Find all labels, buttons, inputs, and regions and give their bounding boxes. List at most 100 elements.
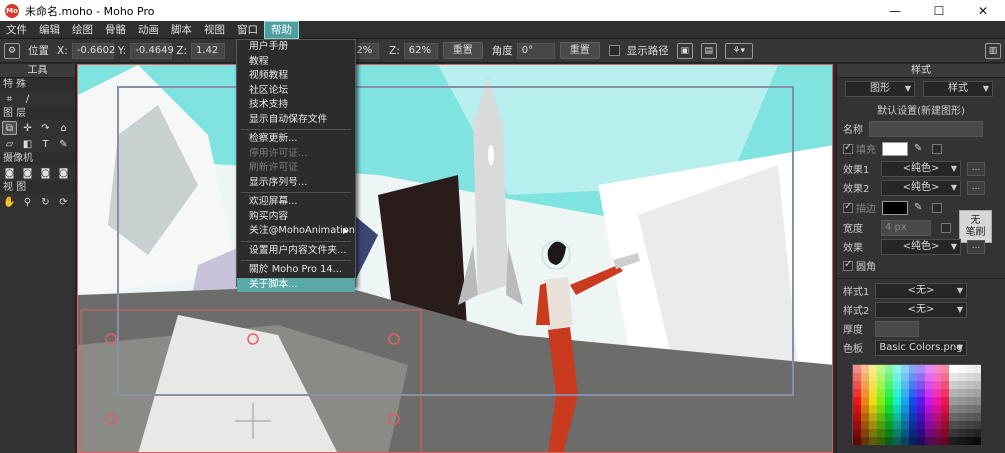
palette-swatch[interactable] — [869, 405, 877, 413]
palette-swatch[interactable] — [941, 421, 949, 429]
eyedropper-icon[interactable]: ∕ — [20, 92, 35, 106]
palette-swatch[interactable] — [885, 381, 893, 389]
palette-swatch[interactable] — [941, 413, 949, 421]
palette-swatch[interactable] — [893, 421, 901, 429]
color-palette-grid[interactable] — [852, 364, 981, 445]
palette-swatch[interactable] — [917, 437, 925, 445]
palette-swatch[interactable] — [965, 413, 973, 421]
palette-swatch[interactable] — [949, 413, 957, 421]
camera-zoom-icon[interactable]: ◙ — [20, 166, 35, 180]
palette-swatch[interactable] — [957, 429, 965, 437]
palette-swatch[interactable] — [957, 437, 965, 445]
palette-swatch[interactable] — [925, 397, 933, 405]
palette-swatch[interactable] — [885, 389, 893, 397]
bone-options-icon[interactable]: ⚘▾ — [724, 42, 753, 59]
palette-swatch[interactable] — [933, 437, 941, 445]
help-menu-item[interactable]: 视频教程 — [237, 69, 355, 84]
style1-select[interactable]: <无> ▼ — [875, 282, 967, 299]
help-menu-item[interactable]: 欢迎屏幕... — [237, 195, 355, 210]
thickness-input[interactable] — [875, 320, 919, 337]
palette-swatch[interactable] — [957, 405, 965, 413]
effect-select[interactable]: <纯色> ▼ — [881, 238, 961, 255]
palette-swatch[interactable] — [861, 381, 869, 389]
name-input[interactable] — [869, 120, 983, 137]
palette-swatch[interactable] — [933, 413, 941, 421]
camera-track-icon[interactable]: ◙ — [2, 166, 17, 180]
palette-swatch[interactable] — [901, 397, 909, 405]
width-checkbox[interactable] — [941, 222, 951, 233]
palette-swatch[interactable] — [885, 421, 893, 429]
palette-swatch[interactable] — [861, 373, 869, 381]
palette-swatch[interactable] — [909, 429, 917, 437]
palette-swatch[interactable] — [917, 413, 925, 421]
menu-scripts[interactable]: 脚本 — [165, 21, 198, 39]
palette-swatch[interactable] — [973, 397, 981, 405]
fill-extra-checkbox[interactable] — [932, 143, 943, 154]
palette-swatch[interactable] — [973, 373, 981, 381]
palette-swatch[interactable] — [925, 437, 933, 445]
palette-swatch[interactable] — [909, 413, 917, 421]
palette-swatch[interactable] — [925, 381, 933, 389]
palette-swatch[interactable] — [949, 381, 957, 389]
palette-swatch[interactable] — [949, 437, 957, 445]
palette-swatch[interactable] — [925, 421, 933, 429]
palette-swatch[interactable] — [941, 373, 949, 381]
fill-color-swatch[interactable] — [882, 141, 908, 156]
palette-swatch[interactable] — [973, 365, 981, 373]
palette-swatch[interactable] — [853, 421, 861, 429]
effect-more-button[interactable]: ... — [967, 239, 985, 254]
palette-swatch[interactable] — [853, 405, 861, 413]
palette-swatch[interactable] — [917, 381, 925, 389]
scale-y-input[interactable]: 62% — [403, 42, 438, 59]
flip-icon[interactable]: ◧ — [20, 137, 35, 151]
show-path-checkbox[interactable] — [608, 45, 620, 56]
palette-swatch[interactable] — [877, 373, 885, 381]
palette-swatch[interactable] — [909, 381, 917, 389]
palette-swatch[interactable] — [893, 397, 901, 405]
palette-swatch[interactable] — [973, 429, 981, 437]
palette-swatch[interactable] — [933, 397, 941, 405]
palette-swatch[interactable] — [877, 397, 885, 405]
palette-swatch[interactable] — [869, 389, 877, 397]
palette-swatch[interactable] — [861, 421, 869, 429]
palette-swatch[interactable] — [965, 405, 973, 413]
reset-scale-button[interactable]: 重置 — [442, 42, 483, 59]
palette-swatch[interactable] — [893, 437, 901, 445]
palette-swatch[interactable] — [877, 421, 885, 429]
palette-swatch[interactable] — [933, 405, 941, 413]
palette-swatch[interactable] — [941, 389, 949, 397]
help-menu-item[interactable]: 显示序列号... — [237, 176, 355, 191]
palette-swatch[interactable] — [925, 365, 933, 373]
palette-swatch[interactable] — [893, 429, 901, 437]
text-tool-icon[interactable]: T — [38, 137, 53, 151]
palette-swatch[interactable] — [949, 405, 957, 413]
stroke-eyedropper-icon[interactable]: ✎ — [914, 202, 922, 213]
help-menu-item[interactable]: 技术支持 — [237, 98, 355, 113]
style-tab[interactable]: 样式 ▼ — [923, 81, 993, 97]
hand-icon[interactable]: ✋ — [2, 195, 17, 209]
palette-swatch[interactable] — [965, 381, 973, 389]
z-input[interactable]: 1.42 — [191, 42, 226, 59]
palette-swatch[interactable] — [941, 397, 949, 405]
palette-swatch[interactable] — [861, 365, 869, 373]
menu-help[interactable]: 帮助 — [264, 20, 299, 39]
help-menu-item[interactable]: 教程 — [237, 55, 355, 70]
palette-swatch[interactable] — [893, 405, 901, 413]
palette-swatch[interactable] — [885, 437, 893, 445]
palette-swatch[interactable] — [901, 413, 909, 421]
palette-swatch[interactable] — [941, 405, 949, 413]
palette-swatch[interactable] — [957, 389, 965, 397]
menu-draw[interactable]: 绘图 — [66, 21, 99, 39]
move-icon[interactable]: ✛ — [20, 121, 35, 135]
y-input[interactable]: -0.4649 — [130, 42, 174, 59]
palette-swatch[interactable] — [941, 365, 949, 373]
palette-swatch[interactable] — [901, 421, 909, 429]
help-menu-item[interactable]: 购买内容 — [237, 210, 355, 225]
palette-swatch[interactable] — [853, 365, 861, 373]
palette-swatch[interactable] — [869, 365, 877, 373]
rotate-view-icon[interactable]: ↻ — [38, 195, 53, 209]
palette-swatch[interactable] — [885, 405, 893, 413]
palette-swatch[interactable] — [877, 413, 885, 421]
palette-swatch[interactable] — [933, 421, 941, 429]
round-checkbox[interactable] — [843, 259, 853, 271]
